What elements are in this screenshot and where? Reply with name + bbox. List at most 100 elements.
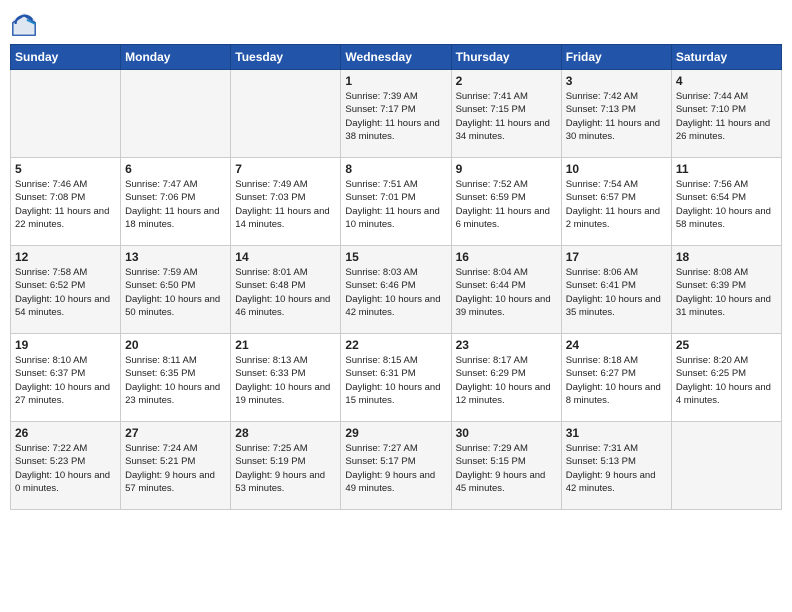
day-number: 19 bbox=[15, 338, 116, 352]
calendar-cell: 2 Sunrise: 7:41 AM Sunset: 7:15 PM Daylig… bbox=[451, 70, 561, 158]
weekday-header: Wednesday bbox=[341, 45, 451, 70]
day-info: Sunrise: 7:49 AM Sunset: 7:03 PM Dayligh… bbox=[235, 178, 336, 231]
day-info: Sunrise: 8:10 AM Sunset: 6:37 PM Dayligh… bbox=[15, 354, 116, 407]
day-info: Sunrise: 7:58 AM Sunset: 6:52 PM Dayligh… bbox=[15, 266, 116, 319]
logo-icon bbox=[10, 10, 38, 38]
page-container: SundayMondayTuesdayWednesdayThursdayFrid… bbox=[0, 0, 792, 520]
calendar-week-row: 1 Sunrise: 7:39 AM Sunset: 7:17 PM Daylig… bbox=[11, 70, 782, 158]
day-number: 7 bbox=[235, 162, 336, 176]
day-number: 13 bbox=[125, 250, 226, 264]
day-number: 5 bbox=[15, 162, 116, 176]
day-number: 12 bbox=[15, 250, 116, 264]
calendar-cell: 17 Sunrise: 8:06 AM Sunset: 6:41 PM Dayli… bbox=[561, 246, 671, 334]
day-number: 9 bbox=[456, 162, 557, 176]
day-info: Sunrise: 7:47 AM Sunset: 7:06 PM Dayligh… bbox=[125, 178, 226, 231]
day-number: 4 bbox=[676, 74, 777, 88]
day-info: Sunrise: 7:46 AM Sunset: 7:08 PM Dayligh… bbox=[15, 178, 116, 231]
day-info: Sunrise: 8:17 AM Sunset: 6:29 PM Dayligh… bbox=[456, 354, 557, 407]
calendar-cell: 13 Sunrise: 7:59 AM Sunset: 6:50 PM Dayli… bbox=[121, 246, 231, 334]
calendar-cell: 22 Sunrise: 8:15 AM Sunset: 6:31 PM Dayli… bbox=[341, 334, 451, 422]
day-number: 23 bbox=[456, 338, 557, 352]
calendar-week-row: 5 Sunrise: 7:46 AM Sunset: 7:08 PM Daylig… bbox=[11, 158, 782, 246]
calendar-cell: 19 Sunrise: 8:10 AM Sunset: 6:37 PM Dayli… bbox=[11, 334, 121, 422]
day-info: Sunrise: 7:27 AM Sunset: 5:17 PM Dayligh… bbox=[345, 442, 446, 495]
day-info: Sunrise: 8:03 AM Sunset: 6:46 PM Dayligh… bbox=[345, 266, 446, 319]
calendar-cell bbox=[11, 70, 121, 158]
calendar-cell: 26Sunrise: 7:22 AM Sunset: 5:23 PM Dayli… bbox=[11, 422, 121, 510]
calendar-header: SundayMondayTuesdayWednesdayThursdayFrid… bbox=[11, 45, 782, 70]
calendar-cell: 23 Sunrise: 8:17 AM Sunset: 6:29 PM Dayli… bbox=[451, 334, 561, 422]
calendar-cell: 27 Sunrise: 7:24 AM Sunset: 5:21 PM Dayli… bbox=[121, 422, 231, 510]
calendar-cell: 9Sunrise: 7:52 AM Sunset: 6:59 PM Daylig… bbox=[451, 158, 561, 246]
day-number: 16 bbox=[456, 250, 557, 264]
day-info: Sunrise: 7:59 AM Sunset: 6:50 PM Dayligh… bbox=[125, 266, 226, 319]
calendar-cell: 29Sunrise: 7:27 AM Sunset: 5:17 PM Dayli… bbox=[341, 422, 451, 510]
day-info: Sunrise: 7:24 AM Sunset: 5:21 PM Dayligh… bbox=[125, 442, 226, 495]
day-info: Sunrise: 8:18 AM Sunset: 6:27 PM Dayligh… bbox=[566, 354, 667, 407]
day-info: Sunrise: 7:29 AM Sunset: 5:15 PM Dayligh… bbox=[456, 442, 557, 495]
calendar-cell: 5 Sunrise: 7:46 AM Sunset: 7:08 PM Daylig… bbox=[11, 158, 121, 246]
day-number: 6 bbox=[125, 162, 226, 176]
day-info: Sunrise: 8:11 AM Sunset: 6:35 PM Dayligh… bbox=[125, 354, 226, 407]
calendar-cell: 25Sunrise: 8:20 AM Sunset: 6:25 PM Dayli… bbox=[671, 334, 781, 422]
weekday-header: Friday bbox=[561, 45, 671, 70]
day-number: 18 bbox=[676, 250, 777, 264]
day-info: Sunrise: 8:06 AM Sunset: 6:41 PM Dayligh… bbox=[566, 266, 667, 319]
day-number: 22 bbox=[345, 338, 446, 352]
calendar-cell bbox=[671, 422, 781, 510]
calendar-cell: 31 Sunrise: 7:31 AM Sunset: 5:13 PM Dayli… bbox=[561, 422, 671, 510]
day-number: 31 bbox=[566, 426, 667, 440]
day-info: Sunrise: 7:25 AM Sunset: 5:19 PM Dayligh… bbox=[235, 442, 336, 495]
calendar-cell: 8 Sunrise: 7:51 AM Sunset: 7:01 PM Daylig… bbox=[341, 158, 451, 246]
weekday-header: Saturday bbox=[671, 45, 781, 70]
calendar-cell: 12 Sunrise: 7:58 AM Sunset: 6:52 PM Dayli… bbox=[11, 246, 121, 334]
day-info: Sunrise: 7:39 AM Sunset: 7:17 PM Dayligh… bbox=[345, 90, 446, 143]
calendar-cell: 6 Sunrise: 7:47 AM Sunset: 7:06 PM Daylig… bbox=[121, 158, 231, 246]
day-number: 24 bbox=[566, 338, 667, 352]
calendar-table: SundayMondayTuesdayWednesdayThursdayFrid… bbox=[10, 44, 782, 510]
day-info: Sunrise: 8:08 AM Sunset: 6:39 PM Dayligh… bbox=[676, 266, 777, 319]
day-info: Sunrise: 7:42 AM Sunset: 7:13 PM Dayligh… bbox=[566, 90, 667, 143]
calendar-cell: 18 Sunrise: 8:08 AM Sunset: 6:39 PM Dayli… bbox=[671, 246, 781, 334]
calendar-cell: 20 Sunrise: 8:11 AM Sunset: 6:35 PM Dayli… bbox=[121, 334, 231, 422]
day-info: Sunrise: 8:15 AM Sunset: 6:31 PM Dayligh… bbox=[345, 354, 446, 407]
calendar-week-row: 12 Sunrise: 7:58 AM Sunset: 6:52 PM Dayli… bbox=[11, 246, 782, 334]
day-number: 1 bbox=[345, 74, 446, 88]
day-info: Sunrise: 7:31 AM Sunset: 5:13 PM Dayligh… bbox=[566, 442, 667, 495]
calendar-cell: 7 Sunrise: 7:49 AM Sunset: 7:03 PM Daylig… bbox=[231, 158, 341, 246]
day-number: 17 bbox=[566, 250, 667, 264]
calendar-cell: 28Sunrise: 7:25 AM Sunset: 5:19 PM Dayli… bbox=[231, 422, 341, 510]
weekday-header: Monday bbox=[121, 45, 231, 70]
calendar-cell: 16Sunrise: 8:04 AM Sunset: 6:44 PM Dayli… bbox=[451, 246, 561, 334]
day-number: 15 bbox=[345, 250, 446, 264]
day-number: 2 bbox=[456, 74, 557, 88]
day-info: Sunrise: 7:41 AM Sunset: 7:15 PM Dayligh… bbox=[456, 90, 557, 143]
calendar-cell: 4 Sunrise: 7:44 AM Sunset: 7:10 PM Daylig… bbox=[671, 70, 781, 158]
day-number: 30 bbox=[456, 426, 557, 440]
day-info: Sunrise: 7:51 AM Sunset: 7:01 PM Dayligh… bbox=[345, 178, 446, 231]
day-number: 3 bbox=[566, 74, 667, 88]
calendar-body: 1 Sunrise: 7:39 AM Sunset: 7:17 PM Daylig… bbox=[11, 70, 782, 510]
day-number: 25 bbox=[676, 338, 777, 352]
day-info: Sunrise: 7:44 AM Sunset: 7:10 PM Dayligh… bbox=[676, 90, 777, 143]
day-number: 11 bbox=[676, 162, 777, 176]
calendar-cell: 11Sunrise: 7:56 AM Sunset: 6:54 PM Dayli… bbox=[671, 158, 781, 246]
day-info: Sunrise: 7:54 AM Sunset: 6:57 PM Dayligh… bbox=[566, 178, 667, 231]
header bbox=[10, 10, 782, 38]
weekday-header: Thursday bbox=[451, 45, 561, 70]
day-number: 10 bbox=[566, 162, 667, 176]
calendar-cell: 15 Sunrise: 8:03 AM Sunset: 6:46 PM Dayli… bbox=[341, 246, 451, 334]
calendar-week-row: 26Sunrise: 7:22 AM Sunset: 5:23 PM Dayli… bbox=[11, 422, 782, 510]
calendar-cell: 1 Sunrise: 7:39 AM Sunset: 7:17 PM Daylig… bbox=[341, 70, 451, 158]
day-number: 8 bbox=[345, 162, 446, 176]
day-number: 14 bbox=[235, 250, 336, 264]
day-number: 20 bbox=[125, 338, 226, 352]
day-number: 27 bbox=[125, 426, 226, 440]
day-number: 26 bbox=[15, 426, 116, 440]
day-info: Sunrise: 8:01 AM Sunset: 6:48 PM Dayligh… bbox=[235, 266, 336, 319]
calendar-cell: 24 Sunrise: 8:18 AM Sunset: 6:27 PM Dayli… bbox=[561, 334, 671, 422]
calendar-cell bbox=[121, 70, 231, 158]
weekday-header: Tuesday bbox=[231, 45, 341, 70]
calendar-cell: 14 Sunrise: 8:01 AM Sunset: 6:48 PM Dayli… bbox=[231, 246, 341, 334]
weekday-header: Sunday bbox=[11, 45, 121, 70]
